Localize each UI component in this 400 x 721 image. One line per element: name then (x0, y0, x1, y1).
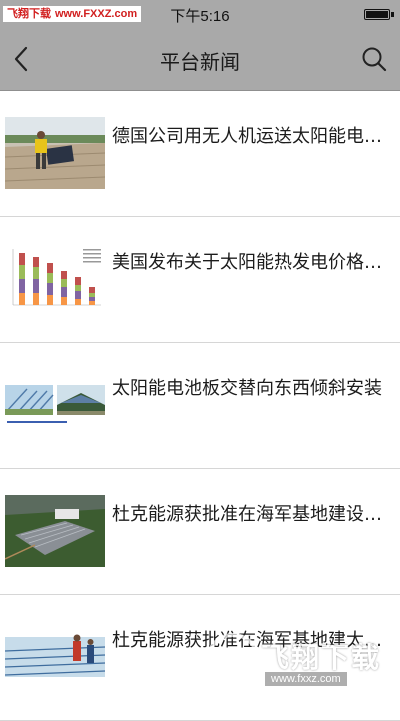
watermark-url: www.fxxz.com (265, 672, 347, 686)
search-button[interactable] (360, 45, 388, 73)
search-icon (362, 47, 387, 72)
news-title: 太阳能电池板交替向东西倾斜安装 (112, 378, 382, 399)
nav-bar: 平台新闻 (0, 28, 400, 91)
status-time: 下午5:16 (170, 8, 230, 25)
news-thumbnail (5, 621, 105, 693)
back-button[interactable] (10, 44, 34, 74)
page-title: 平台新闻 (160, 50, 240, 74)
news-thumbnail (5, 369, 105, 441)
news-item[interactable]: 太阳能电池板交替向东西倾斜安装 (0, 343, 400, 469)
watermark-logo-icon (206, 633, 260, 687)
watermark-logo-bottom: 飞翔下载 www.fxxz.com (205, 632, 387, 690)
news-thumbnail (5, 495, 105, 567)
watermark-text: 飞翔下载 (261, 641, 382, 674)
battery-full-icon (364, 9, 390, 20)
news-thumbnail (5, 243, 105, 315)
news-thumbnail (5, 117, 105, 189)
news-title: 德国公司用无人机运送太阳能电池板 (112, 126, 394, 147)
chevron-left-icon (14, 46, 28, 72)
news-item[interactable]: 德国公司用无人机运送太阳能电池板 (0, 91, 400, 217)
status-bar: 飞翔下载 www.FXXZ.com 下午5:16 (0, 0, 400, 28)
news-title: 美国发布关于太阳能热发电价格报告 (112, 252, 394, 273)
news-list: 德国公司用无人机运送太阳能电池板 美国发布关于太阳能热发电价格报告 太阳能电池板… (0, 91, 400, 721)
news-title: 杜克能源获批准在海军基地建设太阳能 (112, 504, 394, 525)
battery-cap (391, 12, 394, 17)
news-item[interactable]: 杜克能源获批准在海军基地建设太阳能 (0, 469, 400, 595)
news-item[interactable]: 美国发布关于太阳能热发电价格报告 (0, 217, 400, 343)
